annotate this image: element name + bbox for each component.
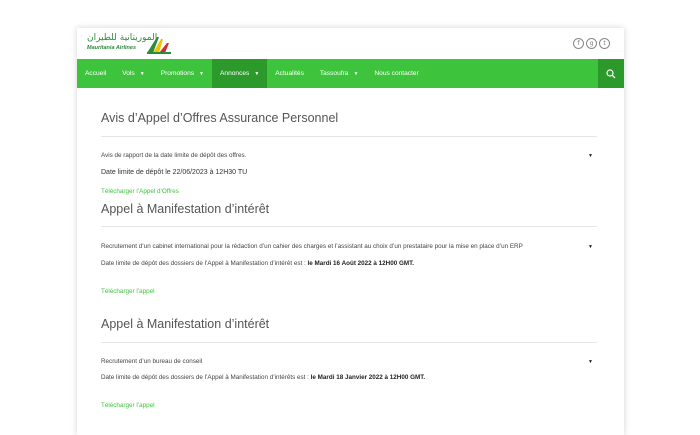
chevron-down-icon: ▼: [139, 70, 145, 77]
download-link[interactable]: Télécharger l’appel: [101, 288, 155, 295]
nav-item-label: Annonces: [220, 70, 250, 77]
nav-item-promotions[interactable]: Promotions ▼: [153, 59, 212, 88]
nav-item-label: Promotions: [160, 70, 195, 77]
chevron-down-icon: ▼: [199, 70, 204, 77]
caret-down-icon[interactable]: ▼: [588, 153, 593, 159]
chevron-down-icon: ▼: [254, 70, 260, 77]
logo-english-text: Mauritania Airlines: [87, 45, 137, 51]
deadline-date: le Mardi 16 Août 2022 à 12H00 GMT.: [307, 260, 415, 267]
logo[interactable]: الموريتانية للطيران Mauritania Airlines: [87, 33, 171, 55]
page-frame: الموريتانية للطيران Mauritania Airlines …: [77, 28, 624, 435]
section-divider: [101, 226, 597, 227]
deadline-prefix: Date limite de dépôt des dossiers de l’A…: [101, 374, 311, 381]
download-link[interactable]: Télécharger l’Appel d’Offres: [101, 188, 179, 195]
section-divider: [101, 342, 597, 343]
nav-item-label: Tassoufra: [319, 70, 349, 77]
deadline-prefix: Date limite de dépôt des dossiers de l’A…: [101, 260, 308, 267]
nav-item-tassoufra[interactable]: Tassoufra ▼: [312, 59, 367, 88]
facebook-icon[interactable]: f: [573, 38, 584, 49]
top-bar: الموريتانية للطيران Mauritania Airlines …: [77, 28, 624, 58]
announcement-description: Recrutement d’un cabinet international p…: [101, 243, 523, 250]
search-button[interactable]: [598, 59, 624, 88]
chevron-down-icon: ▼: [353, 70, 359, 77]
section-title: Appel à Manifestation d’intérêt: [101, 202, 270, 216]
nav-item-label: Accueil: [85, 70, 107, 77]
announcement-description: Recrutement d’un bureau de conseil: [101, 358, 203, 365]
section-title: Avis d’Appel d’Offres Assurance Personne…: [101, 111, 339, 125]
nav-item-label: Actualités: [275, 70, 304, 77]
main-nav: Accueil Vols ▼ Promotions ▼ Annonces ▼ A…: [77, 59, 624, 88]
section-divider: [101, 136, 597, 137]
deadline-date: le Mardi 18 Janvier 2022 à 12H00 GMT.: [310, 374, 426, 381]
nav-item-vols[interactable]: Vols ▼: [114, 59, 152, 88]
announcement-description: Avis de rapport de la date limite de dép…: [101, 152, 247, 159]
nav-item-accueil[interactable]: Accueil: [77, 59, 114, 88]
section-title: Appel à Manifestation d’intérêt: [101, 317, 270, 331]
deadline-text: Date limite de dépôt le 22/06/2023 à 12H…: [101, 169, 248, 176]
twitter-icon[interactable]: t: [599, 38, 610, 49]
google-plus-icon[interactable]: g: [586, 38, 597, 49]
nav-item-annonces[interactable]: Annonces ▼: [212, 59, 268, 88]
logo-mark-icon: [147, 37, 171, 54]
deadline-text: Date limite de dépôt des dossiers de l’A…: [101, 260, 414, 267]
social-links: f g t: [573, 38, 610, 49]
deadline-text: Date limite de dépôt des dossiers de l’A…: [101, 374, 425, 381]
download-link[interactable]: Télécharger l’appel: [101, 402, 155, 409]
search-icon: [606, 68, 616, 78]
nav-item-label: Nous contacter: [374, 70, 419, 77]
nav-item-contact[interactable]: Nous contacter: [366, 59, 426, 88]
nav-item-label: Vols: [122, 70, 135, 77]
nav-item-actualites[interactable]: Actualités: [267, 59, 312, 88]
caret-down-icon[interactable]: ▼: [588, 244, 593, 250]
caret-down-icon[interactable]: ▼: [588, 359, 593, 365]
